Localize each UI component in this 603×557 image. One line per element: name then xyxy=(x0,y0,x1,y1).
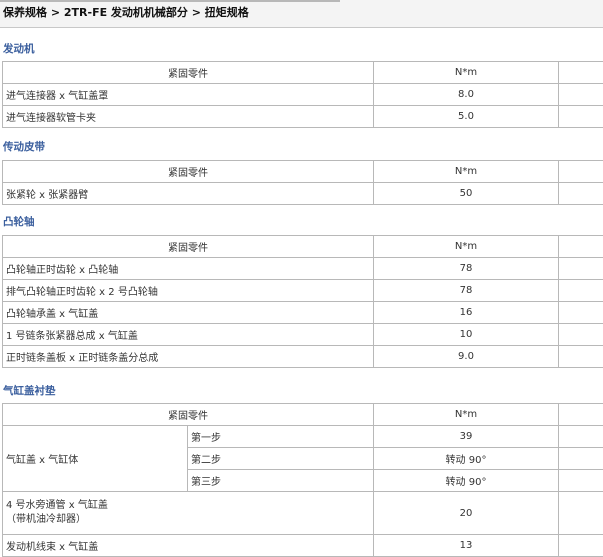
section-title-engine: 发动机 xyxy=(3,41,35,56)
table-row: 进气连接器软管卡夹 5.0 xyxy=(3,106,603,128)
step-value: 转动 90° xyxy=(374,448,559,470)
row-value: 16 xyxy=(374,302,559,324)
table-header-row: 紧固零件 N*m xyxy=(3,161,603,183)
row-value: 5.0 xyxy=(374,106,559,128)
row-part: 1 号链条张紧器总成 x 气缸盖 xyxy=(3,324,374,346)
header-unit: N*m xyxy=(374,62,559,84)
header-unit: N*m xyxy=(374,236,559,258)
table-head-gasket: 紧固零件 N*m 气缸盖 x 气缸体 第一步 39 第二步 转动 90° 第三步… xyxy=(2,403,603,557)
row-value: 10 xyxy=(374,324,559,346)
header-part: 紧固零件 xyxy=(3,404,374,426)
table-row: 张紧轮 x 张紧器臂 50 xyxy=(3,183,603,205)
table-row: 发动机线束 x 气缸盖 13 xyxy=(3,535,603,557)
row-value: 78 xyxy=(374,258,559,280)
breadcrumb-text: 保养规格 > 2TR-FE 发动机机械部分 > 扭矩规格 xyxy=(3,6,249,19)
header-part: 紧固零件 xyxy=(3,62,374,84)
table-header-row: 紧固零件 N*m xyxy=(3,404,603,426)
row-value: 78 xyxy=(374,280,559,302)
row-part: 发动机线束 x 气缸盖 xyxy=(3,535,374,557)
breadcrumb-top-rule xyxy=(0,0,340,2)
table-header-row: 紧固零件 N*m xyxy=(3,62,603,84)
row-value: 8.0 xyxy=(374,84,559,106)
step-label: 第二步 xyxy=(188,448,374,470)
table-row: 气缸盖 x 气缸体 第一步 39 xyxy=(3,426,603,448)
row-part: 正时链条盖板 x 正时链条盖分总成 xyxy=(3,346,374,368)
row-part: 排气凸轮轴正时齿轮 x 2 号凸轮轴 xyxy=(3,280,374,302)
step-label: 第一步 xyxy=(188,426,374,448)
header-part: 紧固零件 xyxy=(3,161,374,183)
table-row: 排气凸轮轴正时齿轮 x 2 号凸轮轴 78 xyxy=(3,280,603,302)
row-part: 进气连接器软管卡夹 xyxy=(3,106,374,128)
table-camshaft: 紧固零件 N*m 凸轮轴正时齿轮 x 凸轮轴 78 排气凸轮轴正时齿轮 x 2 … xyxy=(2,235,603,368)
step-value: 39 xyxy=(374,426,559,448)
header-part: 紧固零件 xyxy=(3,236,374,258)
table-engine: 紧固零件 N*m 进气连接器 x 气缸盖罩 8.0 进气连接器软管卡夹 5.0 xyxy=(2,61,603,128)
table-header-row: 紧固零件 N*m xyxy=(3,236,603,258)
step-value: 转动 90° xyxy=(374,470,559,492)
section-title-head-gasket: 气缸盖衬垫 xyxy=(3,383,56,398)
table-drive-belt: 紧固零件 N*m 张紧轮 x 张紧器臂 50 xyxy=(2,160,603,205)
header-unit: N*m xyxy=(374,404,559,426)
table-row: 凸轮轴正时齿轮 x 凸轮轴 78 xyxy=(3,258,603,280)
row-part: 4 号水旁通管 x 气缸盖 （带机油冷却器） xyxy=(3,492,374,535)
row-value: 20 xyxy=(374,492,559,535)
section-title-drive-belt: 传动皮带 xyxy=(3,139,45,154)
step-label: 第三步 xyxy=(188,470,374,492)
row-value: 9.0 xyxy=(374,346,559,368)
row-part-line2: （带机油冷却器） xyxy=(6,513,373,527)
row-part: 进气连接器 x 气缸盖罩 xyxy=(3,84,374,106)
table-row: 凸轮轴承盖 x 气缸盖 16 xyxy=(3,302,603,324)
table-row: 1 号链条张紧器总成 x 气缸盖 10 xyxy=(3,324,603,346)
group-part: 气缸盖 x 气缸体 xyxy=(3,426,188,492)
row-part: 凸轮轴承盖 x 气缸盖 xyxy=(3,302,374,324)
header-unit: N*m xyxy=(374,161,559,183)
row-part: 凸轮轴正时齿轮 x 凸轮轴 xyxy=(3,258,374,280)
breadcrumb: 保养规格 > 2TR-FE 发动机机械部分 > 扭矩规格 xyxy=(0,0,603,28)
row-part-line1: 4 号水旁通管 x 气缸盖 xyxy=(6,499,373,513)
row-value: 50 xyxy=(374,183,559,205)
section-title-camshaft: 凸轮轴 xyxy=(3,214,35,229)
table-row: 4 号水旁通管 x 气缸盖 （带机油冷却器） 20 xyxy=(3,492,603,535)
row-value: 13 xyxy=(374,535,559,557)
row-part: 张紧轮 x 张紧器臂 xyxy=(3,183,374,205)
table-row: 进气连接器 x 气缸盖罩 8.0 xyxy=(3,84,603,106)
table-row: 正时链条盖板 x 正时链条盖分总成 9.0 xyxy=(3,346,603,368)
